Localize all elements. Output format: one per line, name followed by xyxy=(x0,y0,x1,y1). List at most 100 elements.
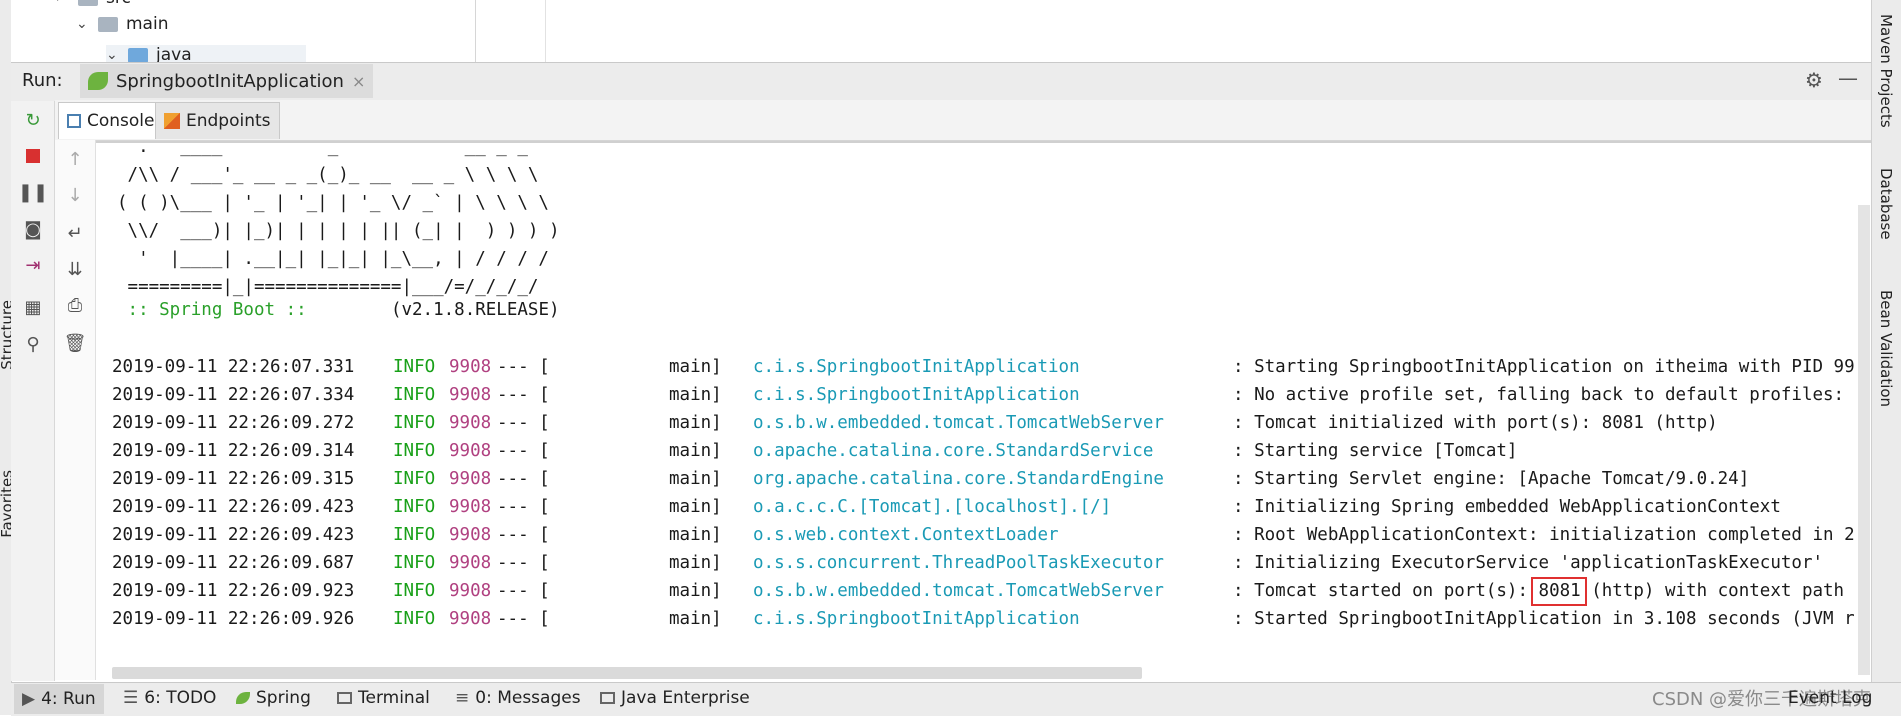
status-messages-button[interactable]: ≡ 0: Messages xyxy=(455,688,581,708)
log-line: 2019-09-11 22:26:07.331 INFO 9908 --- [main… xyxy=(112,353,1858,381)
tree-item-label: src xyxy=(106,0,131,8)
log-level: INFO xyxy=(393,441,436,461)
log-line: 2019-09-11 22:26:09.272 INFO 9908 --- [main… xyxy=(112,409,1858,437)
log-thread: main] xyxy=(669,525,722,545)
log-message: : Starting Servlet engine: [Apache Tomca… xyxy=(1233,469,1750,489)
log-timestamp: 2019-09-11 22:26:09.423 xyxy=(112,525,355,545)
log-message: : Tomcat initialized with port(s): 8081 … xyxy=(1233,413,1718,433)
terminal-icon xyxy=(337,692,352,704)
exit-icon[interactable]: ⇥ xyxy=(18,252,48,278)
endpoints-icon xyxy=(164,113,180,129)
log-separator: --- [ xyxy=(497,497,550,517)
log-timestamp: 2019-09-11 22:26:09.687 xyxy=(112,553,355,573)
database-tool-tab[interactable]: Database xyxy=(1877,168,1895,240)
folder-icon xyxy=(98,16,118,32)
log-message: : Starting SpringbootInitApplication on … xyxy=(1233,357,1855,377)
status-run-button[interactable]: ▶ 4: Run xyxy=(14,684,104,714)
event-log-button[interactable]: Event Log xyxy=(1788,688,1872,708)
pause-icon[interactable]: ❚❚ xyxy=(18,179,48,205)
gear-icon[interactable]: ⚙ xyxy=(1805,68,1823,92)
log-message: : Initializing ExecutorService 'applicat… xyxy=(1233,553,1824,573)
chevron-right-icon[interactable]: › xyxy=(56,0,70,6)
run-toolbar: ↻ ❚❚ ◙ ⇥ ▦ ⚲ xyxy=(11,101,55,681)
trash-icon[interactable]: 🗑 xyxy=(60,330,90,356)
log-line: 2019-09-11 22:26:09.315 INFO 9908 --- [main… xyxy=(112,465,1858,493)
maven-projects-tool-tab[interactable]: Maven Projects xyxy=(1877,14,1895,128)
spring-boot-icon xyxy=(88,72,108,90)
log-thread: main] xyxy=(669,469,722,489)
spring-version-line: :: Spring Boot :: (v2.1.8.RELEASE) xyxy=(117,296,560,324)
log-level: INFO xyxy=(393,469,436,489)
log-message: : Initializing Spring embedded WebApplic… xyxy=(1233,497,1781,517)
print-icon[interactable]: ⎙ xyxy=(60,292,90,318)
messages-icon: ≡ xyxy=(455,688,470,708)
status-item-label: Java Enterprise xyxy=(621,688,750,708)
log-message: : Starting service [Tomcat] xyxy=(1233,441,1518,461)
log-logger: o.s.s.concurrent.ThreadPoolTaskExecutor xyxy=(753,553,1164,573)
log-message: : Root WebApplicationContext: initializa… xyxy=(1233,525,1855,545)
log-thread: main] xyxy=(669,385,722,405)
tree-item-src[interactable]: › src xyxy=(56,0,131,8)
close-icon[interactable]: × xyxy=(352,72,365,91)
log-level: INFO xyxy=(393,497,436,517)
banner-line: ( ( )\___ | '_ | '_| | '_ \/ _` | \ \ \ … xyxy=(117,193,549,213)
status-spring-button[interactable]: Spring xyxy=(236,688,311,708)
spring-boot-label: :: Spring Boot :: xyxy=(117,300,318,320)
log-separator: --- [ xyxy=(497,385,550,405)
run-config-name: SpringbootInitApplication xyxy=(116,70,344,92)
log-logger: o.a.c.c.C.[Tomcat].[localhost].[/] xyxy=(753,497,1112,517)
spring-icon xyxy=(236,692,250,704)
status-terminal-button[interactable]: Terminal xyxy=(337,688,430,708)
log-separator: --- [ xyxy=(497,357,550,377)
status-todo-button[interactable]: ☰ 6: TODO xyxy=(123,688,216,708)
log-separator: --- [ xyxy=(497,525,550,545)
status-java-enterprise-button[interactable]: Java Enterprise xyxy=(600,688,750,708)
bean-validation-tool-tab[interactable]: Bean Validation xyxy=(1877,290,1895,407)
log-logger: o.s.b.w.embedded.tomcat.TomcatWebServer xyxy=(753,413,1164,433)
log-pid: 9908 xyxy=(449,525,492,545)
log-thread: main] xyxy=(669,497,722,517)
log-timestamp: 2019-09-11 22:26:09.923 xyxy=(112,581,355,601)
minimize-icon[interactable]: — xyxy=(1838,66,1858,90)
status-item-label: Terminal xyxy=(358,688,430,708)
log-line: 2019-09-11 22:26:09.314 INFO 9908 --- [main… xyxy=(112,437,1858,465)
vertical-scrollbar[interactable] xyxy=(1858,205,1870,675)
pane-divider[interactable] xyxy=(475,0,476,62)
horizontal-scrollbar[interactable] xyxy=(112,667,1142,679)
list-icon: ☰ xyxy=(123,688,139,708)
log-level: INFO xyxy=(393,413,436,433)
chevron-down-icon[interactable]: ⌄ xyxy=(106,47,120,63)
folder-icon xyxy=(78,0,98,6)
soft-wrap-icon[interactable]: ↵ xyxy=(60,220,90,246)
log-timestamp: 2019-09-11 22:26:09.423 xyxy=(112,497,355,517)
run-config-tab[interactable]: SpringbootInitApplication × xyxy=(80,64,374,98)
log-separator: --- [ xyxy=(497,609,550,629)
chevron-down-icon[interactable]: ⌄ xyxy=(76,16,90,32)
log-logger: o.apache.catalina.core.StandardService xyxy=(753,441,1154,461)
tree-item-main[interactable]: ⌄ main xyxy=(76,14,168,34)
log-level: INFO xyxy=(393,553,436,573)
console-toolbar: ↑ ↓ ↵ ⇊ ⎙ 🗑 xyxy=(55,140,96,680)
log-line: 2019-09-11 22:26:09.423 INFO 9908 --- [ main… xyxy=(112,521,1858,549)
arrow-down-icon[interactable]: ↓ xyxy=(60,182,90,208)
log-timestamp: 2019-09-11 22:26:09.315 xyxy=(112,469,355,489)
spring-version: (v2.1.8.RELEASE) xyxy=(317,300,560,320)
log-message: : Started SpringbootInitApplication in 3… xyxy=(1233,609,1855,629)
camera-icon[interactable]: ◙ xyxy=(18,216,48,242)
log-pid: 9908 xyxy=(449,609,492,629)
arrow-up-icon[interactable]: ↑ xyxy=(60,146,90,172)
banner-line: ' |____| .__|_| |_|_| |_\__, | / / / / xyxy=(117,249,549,269)
log-pid: 9908 xyxy=(449,469,492,489)
log-separator: --- [ xyxy=(497,413,550,433)
stop-icon[interactable] xyxy=(18,143,48,169)
log-timestamp: 2019-09-11 22:26:07.331 xyxy=(112,357,355,377)
scroll-to-end-icon[interactable]: ⇊ xyxy=(60,256,90,282)
log-timestamp: 2019-09-11 22:26:09.272 xyxy=(112,413,355,433)
log-line: 2019-09-11 22:26:09.687 INFO 9908 --- [main… xyxy=(112,549,1858,577)
banner-line: /\\ / ___'_ __ _ _(_)_ __ __ _ \ \ \ \ xyxy=(117,165,539,185)
layout-icon[interactable]: ▦ xyxy=(18,294,48,320)
rerun-icon[interactable]: ↻ xyxy=(18,107,48,133)
pin-icon[interactable]: ⚲ xyxy=(18,331,48,357)
log-level: INFO xyxy=(393,525,436,545)
log-line: 2019-09-11 22:26:09.926 INFO 9908 --- [main… xyxy=(112,605,1858,633)
